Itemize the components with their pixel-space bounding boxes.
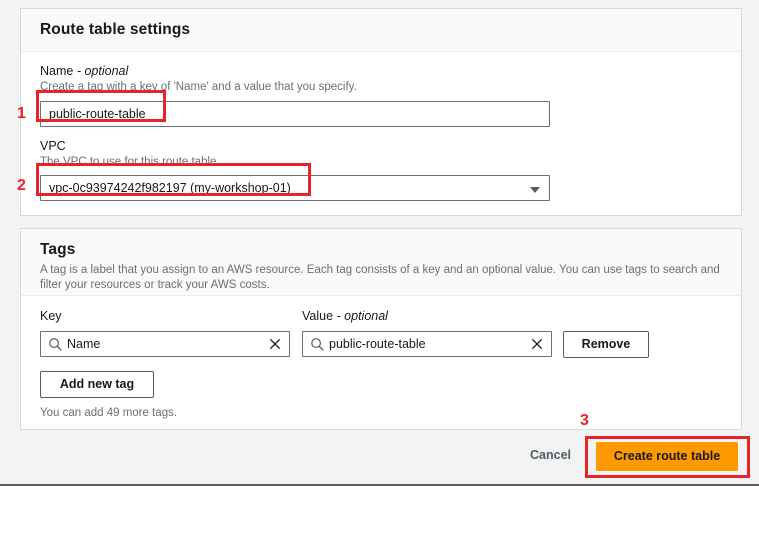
tag-value-column-header: Value - optional xyxy=(302,309,388,323)
tag-value-input[interactable]: public-route-table xyxy=(302,331,552,357)
vpc-select[interactable]: vpc-0c93974242f982197 (my-workshop-01) xyxy=(40,175,550,201)
route-table-settings-card: Route table settings Name - optional Cre… xyxy=(20,8,742,216)
add-new-tag-button[interactable]: Add new tag xyxy=(40,371,154,398)
cancel-button[interactable]: Cancel xyxy=(530,448,571,462)
vpc-field-hint: The VPC to use for this route table. xyxy=(40,156,220,168)
search-icon xyxy=(310,337,325,352)
tags-description: A tag is a label that you assign to an A… xyxy=(40,264,720,291)
name-field-hint: Create a tag with a key of 'Name' and a … xyxy=(40,81,357,93)
page-title: Route table settings xyxy=(40,21,191,38)
name-optional-text: - optional xyxy=(76,64,129,78)
tags-title: Tags xyxy=(40,241,76,258)
name-field-label: Name - optional xyxy=(40,64,128,78)
tag-value-optional-text: - optional xyxy=(336,309,388,323)
name-input[interactable]: public-route-table xyxy=(40,101,550,127)
remove-tag-button[interactable]: Remove xyxy=(563,331,649,358)
console-page: Route table settings Name - optional Cre… xyxy=(0,0,759,484)
vpc-field-label: VPC xyxy=(40,139,66,153)
tags-card: Tags A tag is a label that you assign to… xyxy=(20,228,742,430)
tag-key-column-header: Key xyxy=(40,309,62,323)
name-label-text: Name xyxy=(40,64,74,78)
below-fold-area xyxy=(0,486,759,538)
vpc-select-value: vpc-0c93974242f982197 (my-workshop-01) xyxy=(49,181,291,195)
remaining-tags-note: You can add 49 more tags. xyxy=(40,407,178,419)
tag-key-value: Name xyxy=(67,337,101,351)
close-icon[interactable] xyxy=(530,336,545,352)
tag-key-input[interactable]: Name xyxy=(40,331,290,357)
search-icon xyxy=(48,337,63,352)
create-route-table-button[interactable]: Create route table xyxy=(596,442,738,471)
chevron-down-icon xyxy=(530,187,540,193)
tag-value-column-text: Value xyxy=(302,309,334,323)
tag-value-value: public-route-table xyxy=(329,337,426,351)
close-icon[interactable] xyxy=(268,336,283,352)
